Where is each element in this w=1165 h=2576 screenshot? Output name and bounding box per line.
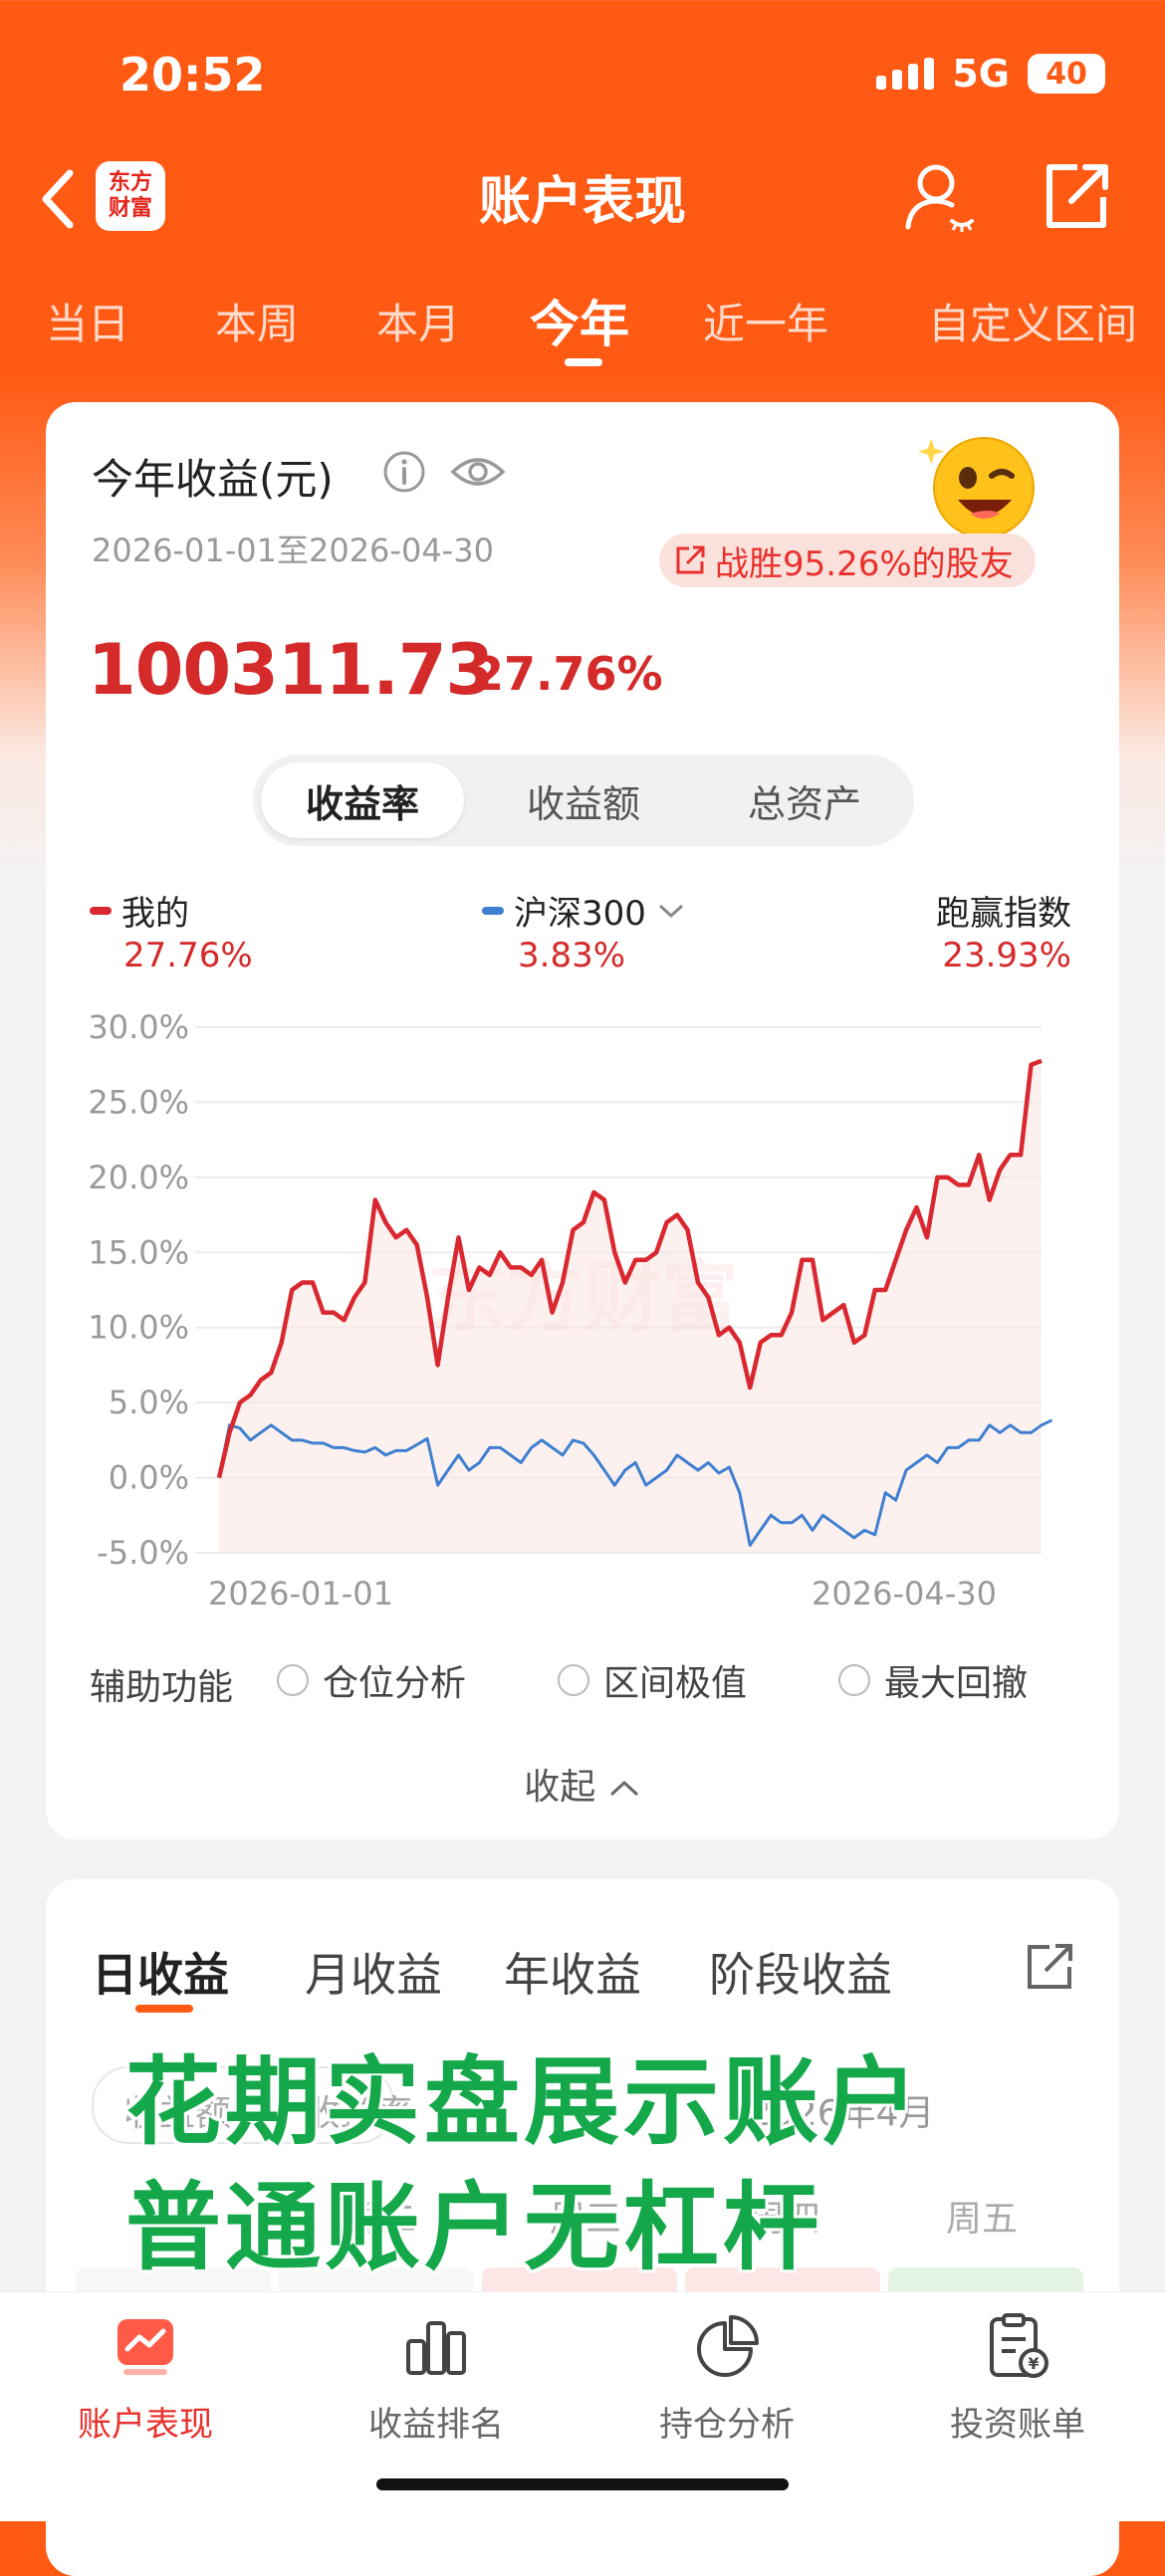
tab-today[interactable]: 当日 [46, 291, 129, 351]
tab-daily-return[interactable]: 日收益 [92, 1939, 229, 2005]
account-performance-icon [117, 2319, 173, 2375]
ranking-chart-icon [406, 2321, 466, 2375]
weekday-fri: 周五 [946, 2199, 1019, 2240]
y-tick-label: 30.0% [88, 1008, 189, 1046]
nav-label: 投资账单 [950, 2405, 1085, 2445]
bill-icon: ¥ [990, 2313, 1048, 2378]
date-range: 2026-01-01至2026-04-30 [92, 532, 494, 569]
legend-outperform-value: 23.93% [942, 936, 1071, 975]
beat-percentile-badge[interactable]: 战胜95.26%的股友 [659, 534, 1036, 587]
chevron-down-icon [658, 904, 683, 918]
collapse-label: 收起 [524, 1767, 596, 1808]
y-tick-label: 10.0% [88, 1309, 189, 1347]
winking-emoji-icon [918, 437, 1035, 538]
status-time: 20:52 [119, 48, 266, 102]
profit-rate: 27.76% [472, 647, 663, 701]
nav-label: 持仓分析 [659, 2405, 795, 2445]
share-small-icon [676, 545, 705, 574]
legend-index-swatch [482, 906, 504, 915]
aux-option-label: 区间极值 [603, 1663, 748, 1704]
y-tick-label: 15.0% [88, 1233, 189, 1271]
segment-total-assets[interactable]: 总资产 [703, 762, 906, 838]
nav-holdings-analysis[interactable]: 持仓分析 [582, 2311, 872, 2446]
radio-circle-icon [558, 1664, 589, 1696]
overlay-caption-line2: 普通账户无杠杆 [125, 2172, 822, 2283]
battery-icon: 40 [1028, 54, 1105, 94]
tab-last-year[interactable]: 近一年 [703, 291, 828, 351]
return-line-chart[interactable]: 东方财富 30.0%25.0%20.0%15.0%10.0%5.0%0.0%-5… [46, 995, 1061, 1632]
export-icon[interactable] [1024, 1941, 1075, 1993]
status-indicators: 5G 40 [876, 52, 1105, 96]
aux-max-drawdown[interactable]: 最大回撤 [838, 1654, 1028, 1706]
period-tabs: 当日 本周 本月 今年 近一年 自定义区间 [0, 285, 1165, 364]
tab-this-year[interactable]: 今年 [530, 285, 629, 356]
segment-return-amount[interactable]: 收益额 [482, 762, 685, 838]
summary-title: 今年收益(元) [92, 455, 334, 504]
aux-option-label: 最大回撤 [884, 1663, 1029, 1704]
signal-icon [876, 58, 935, 90]
radio-circle-icon [277, 1664, 309, 1696]
share-external-icon[interactable] [1042, 161, 1111, 231]
beat-text: 战胜95.26%的股友 [715, 543, 1014, 584]
svg-text:¥: ¥ [1028, 2354, 1039, 2373]
network-type: 5G [952, 52, 1010, 96]
user-profile-icon[interactable] [902, 159, 976, 233]
legend-index-value: 3.83% [518, 936, 626, 975]
metric-segmented-control: 收益率 收益额 总资产 [253, 754, 914, 846]
legend-index-selector[interactable]: 沪深300 [482, 886, 686, 935]
y-tick-label: 25.0% [88, 1083, 189, 1121]
y-tick-label: 5.0% [109, 1384, 189, 1421]
x-axis-end-label: 2026-04-30 [812, 1575, 997, 1612]
legend-mine-label: 我的 [121, 894, 189, 934]
info-icon[interactable] [382, 450, 426, 494]
tab-yearly-return[interactable]: 年收益 [504, 1939, 641, 2005]
x-axis-start-label: 2026-01-01 [208, 1575, 393, 1612]
aux-position-analysis[interactable]: 仓位分析 [277, 1654, 466, 1706]
aux-option-label: 仓位分析 [323, 1663, 467, 1704]
page-title: 账户表现 [478, 172, 686, 232]
tab-this-week[interactable]: 本周 [215, 291, 299, 351]
aux-function-label: 辅助功能 [90, 1667, 234, 1708]
battery-level: 40 [1046, 56, 1087, 92]
nav-return-ranking[interactable]: 收益排名 [291, 2311, 582, 2446]
nav-account-performance[interactable]: 账户表现 [0, 2311, 291, 2446]
nav-label: 账户表现 [78, 2405, 213, 2445]
home-indicator [376, 2478, 789, 2490]
nav-label: 收益排名 [368, 2405, 504, 2445]
y-tick-label: 20.0% [88, 1159, 189, 1196]
overlay-caption-line1: 花期实盘展示账户 [125, 2046, 922, 2158]
legend-mine-value: 27.76% [123, 936, 253, 975]
legend-mine: 我的 [90, 886, 189, 935]
y-tick-label: -5.0% [97, 1534, 189, 1572]
y-axis-ticks: 30.0% 25.0% 20.0% 15.0% 10.0% 5.0% 0.0% -5.0% [88, 1008, 189, 1572]
tab-this-month[interactable]: 本月 [376, 291, 460, 351]
segment-return-rate[interactable]: 收益率 [261, 762, 464, 838]
legend-mine-swatch [90, 906, 112, 915]
pie-chart-icon [697, 2315, 759, 2377]
active-tab-indicator [565, 358, 602, 366]
sub-tab-indicator [135, 2005, 193, 2013]
chevron-up-icon [609, 1780, 638, 1797]
eye-visibility-icon[interactable] [450, 450, 506, 494]
tab-custom-range[interactable]: 自定义区间 [928, 291, 1137, 351]
my-return-area [219, 1060, 1042, 1553]
legend-outperform-label: 跑赢指数 [936, 894, 1071, 934]
nav-investment-bill[interactable]: ¥ 投资账单 [872, 2311, 1163, 2446]
collapse-button[interactable]: 收起 [0, 1758, 1165, 1810]
legend-index-label: 沪深300 [514, 894, 646, 934]
y-tick-label: 0.0% [109, 1459, 189, 1497]
aux-range-extremes[interactable]: 区间极值 [558, 1654, 747, 1706]
profit-amount: 100311.73 [88, 629, 494, 711]
radio-circle-icon [838, 1664, 870, 1696]
tab-stage-return[interactable]: 阶段收益 [709, 1939, 892, 2005]
tab-monthly-return[interactable]: 月收益 [305, 1939, 442, 2005]
